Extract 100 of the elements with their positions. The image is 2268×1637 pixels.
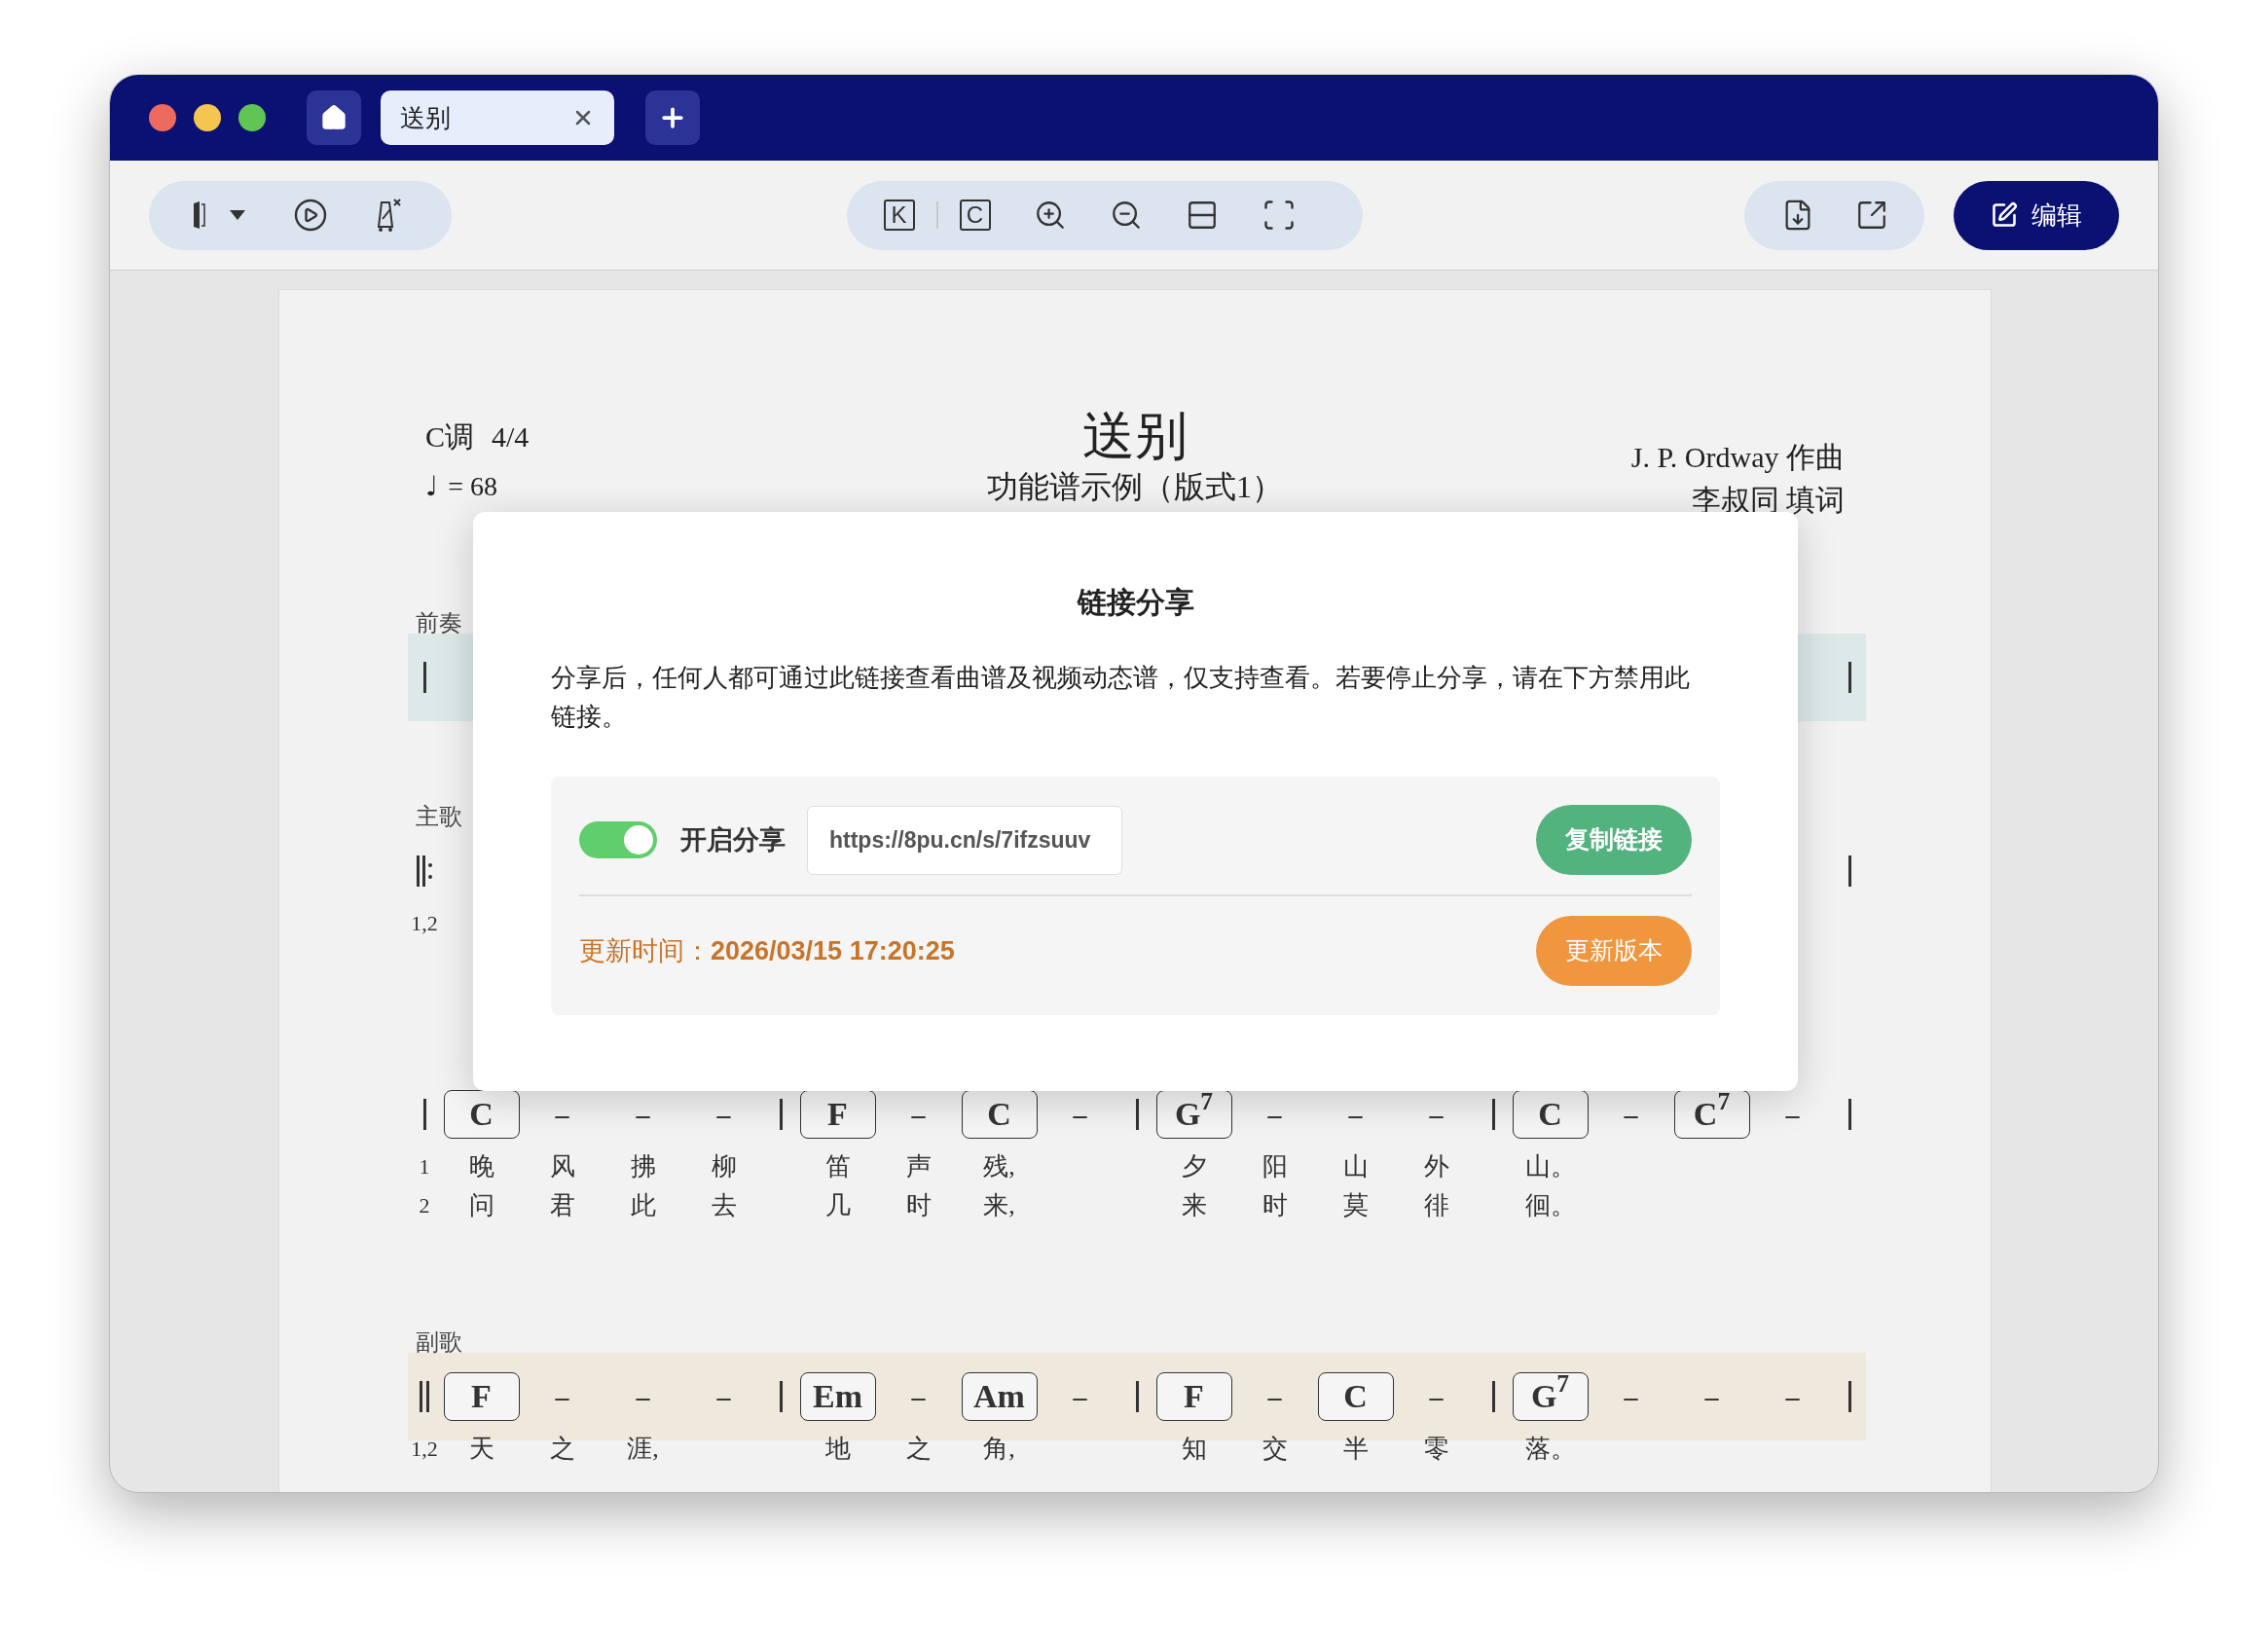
lyricist-text: 李叔同 填词: [1691, 483, 1845, 518]
lyric-syllable: 阳: [1262, 1150, 1288, 1182]
lyric-syllable: 山。: [1524, 1150, 1576, 1182]
home-icon: [320, 104, 348, 131]
barline: [1491, 1381, 1495, 1412]
beat-dash: –: [636, 1380, 650, 1413]
dialog-title: 链接分享: [1077, 585, 1194, 620]
chord-label: C: [1317, 1372, 1394, 1421]
edit-button[interactable]: 编辑: [1954, 180, 2119, 250]
beat-dash: –: [1267, 1380, 1282, 1413]
beat-dash: –: [911, 1380, 926, 1413]
beat-dash: –: [1624, 1380, 1638, 1413]
chord-label: C: [961, 1090, 1038, 1139]
quarter-note-symbol: ♩: [425, 469, 439, 504]
barline: [417, 855, 432, 887]
new-tab-button[interactable]: [645, 91, 700, 145]
chord-label: G$^{7}$: [1512, 1372, 1589, 1421]
updated-time-label: 更新时间：: [579, 934, 711, 967]
score-title: 送别: [1082, 407, 1188, 465]
beat-dash: –: [1704, 1380, 1719, 1413]
lyric-syllable: 问: [468, 1189, 494, 1221]
lyric-syllable: 之: [905, 1433, 932, 1465]
lyric-syllable: 声: [905, 1150, 932, 1182]
lyric-syllable: 夕: [1181, 1150, 1207, 1182]
beat-dash: –: [1267, 1098, 1282, 1131]
score-subtitle: 功能谱示例（版式1）: [987, 468, 1283, 506]
key-button[interactable]: K: [883, 200, 915, 231]
key-signature: C调: [425, 418, 474, 455]
barline: [779, 1099, 783, 1130]
barline: [779, 1381, 783, 1412]
tempo-text: = 68: [448, 470, 497, 503]
verse-number: 2: [419, 1191, 430, 1219]
lyric-syllable: 交: [1262, 1433, 1288, 1465]
lyric-syllable: 时: [905, 1189, 932, 1221]
lyric-syllable: 半: [1342, 1433, 1369, 1465]
dialog-description: 分享后，任何人都可通过此链接查看曲谱及视频动态谱，仅支持查看。若要停止分享，请在下方禁用此链接。: [551, 662, 1691, 733]
lyric-syllable: 之: [549, 1433, 575, 1465]
time-signature: 4/4: [492, 418, 530, 455]
beat-dash: –: [636, 1098, 650, 1131]
lyric-syllable: 来: [1181, 1189, 1207, 1221]
barline: [1135, 1099, 1139, 1130]
lyric-syllable: 几: [824, 1189, 851, 1221]
beat-dash: –: [1429, 1380, 1444, 1413]
beat-dash: –: [1785, 1098, 1800, 1131]
lyric-syllable: 地: [824, 1433, 851, 1465]
lyric-syllable: 角,: [983, 1433, 1015, 1465]
barline: [1847, 662, 1851, 693]
beat-dash: –: [555, 1380, 569, 1413]
lyric-syllable: 来,: [983, 1189, 1015, 1221]
close-window-button[interactable]: [149, 104, 176, 131]
tab[interactable]: 送别: [381, 91, 614, 145]
section-label: 副歌: [416, 1329, 462, 1355]
verse-number: 1,2: [411, 1435, 438, 1463]
barline: [420, 1381, 429, 1412]
beat-dash: –: [911, 1098, 926, 1131]
composer-text: J. P. Ordway 作曲: [1630, 440, 1845, 475]
lyric-syllable: 落。: [1524, 1433, 1576, 1465]
chord-label: C$^{7}$: [1673, 1090, 1750, 1139]
minimize-window-button[interactable]: [194, 104, 221, 131]
chord-label: Am: [961, 1372, 1038, 1421]
lyric-syllable: 零: [1423, 1433, 1449, 1465]
lyric-syllable: 风: [549, 1150, 575, 1182]
barline: [422, 662, 426, 693]
beat-dash: –: [716, 1098, 731, 1131]
barline: [1847, 1381, 1851, 1412]
share-toggle[interactable]: [579, 821, 657, 858]
barline: [422, 1099, 426, 1130]
lyric-syllable: 晚: [468, 1150, 494, 1182]
lyric-syllable: 笛: [824, 1150, 851, 1182]
chord-button[interactable]: C: [959, 200, 991, 231]
beat-dash: –: [1073, 1380, 1087, 1413]
lyric-syllable: 天: [468, 1433, 494, 1465]
lyric-syllable: 时: [1262, 1189, 1288, 1221]
beat-dash: –: [716, 1380, 731, 1413]
section-label: 前奏: [416, 610, 462, 636]
home-button[interactable]: [307, 91, 361, 145]
barline: [1847, 1099, 1851, 1130]
lyric-syllable: 柳: [711, 1150, 737, 1182]
chord-label: C: [1512, 1090, 1589, 1139]
lyric-syllable: 徘: [1423, 1189, 1449, 1221]
beat-dash: –: [1785, 1380, 1800, 1413]
caret-icon[interactable]: [229, 209, 246, 221]
lyric-syllable: 此: [630, 1189, 656, 1221]
lyric-syllable: 去: [711, 1189, 737, 1221]
edit-icon: [1991, 201, 2019, 229]
chord-label: G$^{7}$: [1155, 1090, 1232, 1139]
lyric-syllable: 拂: [630, 1150, 656, 1182]
chord-label: C: [443, 1090, 520, 1139]
lyric-syllable: 知: [1181, 1433, 1207, 1465]
play-icon[interactable]: [293, 198, 328, 233]
lyric-syllable: 莫: [1342, 1189, 1369, 1221]
barline: [1135, 1381, 1139, 1412]
beat-dash: –: [555, 1098, 569, 1131]
chord-label: Em: [799, 1372, 876, 1421]
beat-dash: –: [1429, 1098, 1444, 1131]
verse-number: 1: [419, 1152, 430, 1181]
chord-label: F: [443, 1372, 520, 1421]
zoom-window-button[interactable]: [238, 104, 266, 131]
beat-dash: –: [1624, 1098, 1638, 1131]
link-field[interactable]: https://8pu.cn/s/7ifzsuuv: [807, 805, 1122, 875]
